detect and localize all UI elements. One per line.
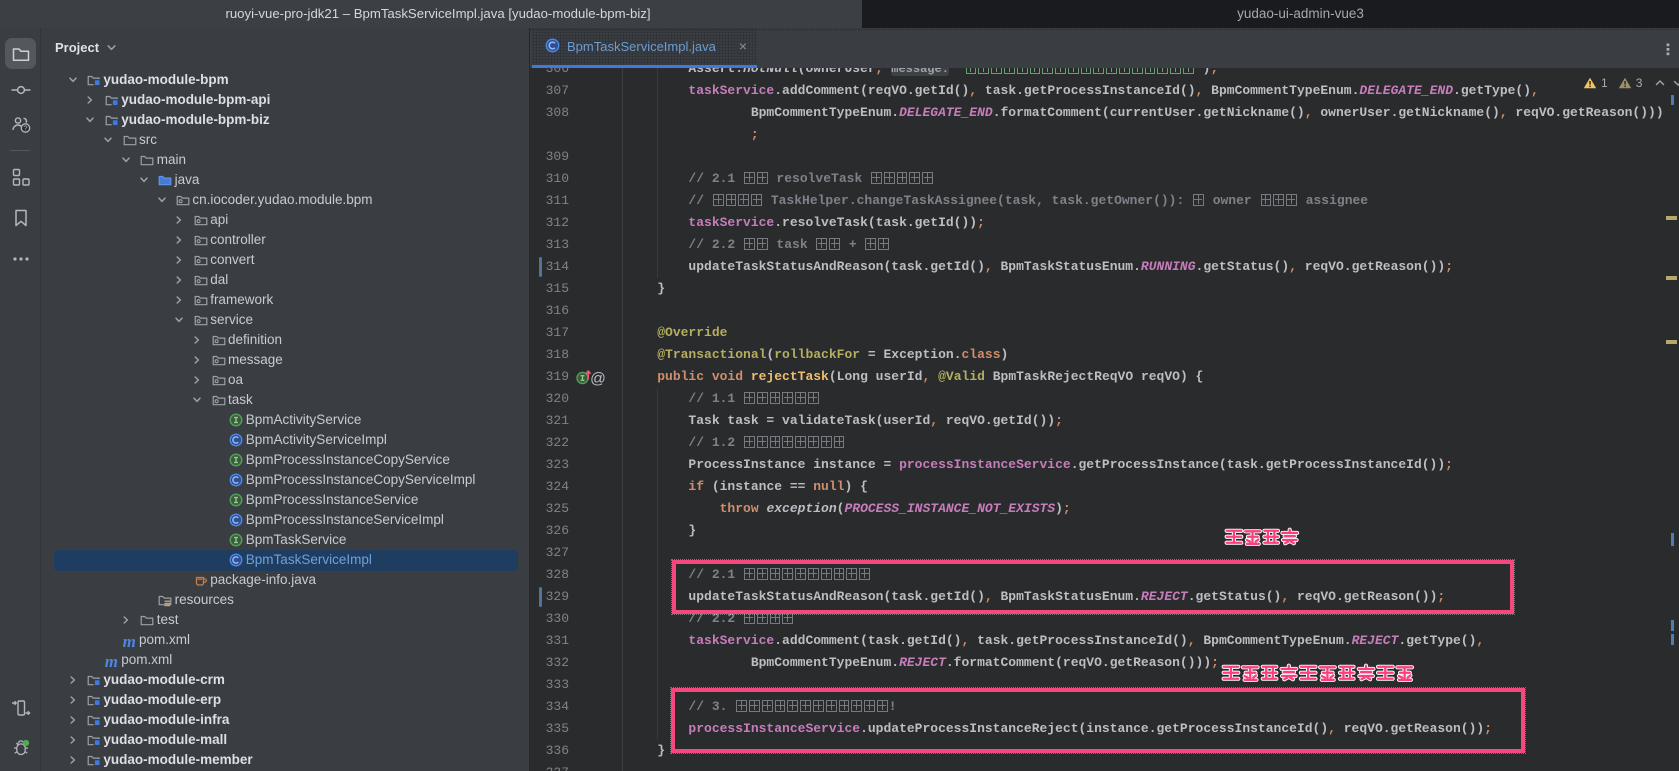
svg-text:@: @ [590,371,605,388]
svg-text:?: ? [23,124,27,133]
